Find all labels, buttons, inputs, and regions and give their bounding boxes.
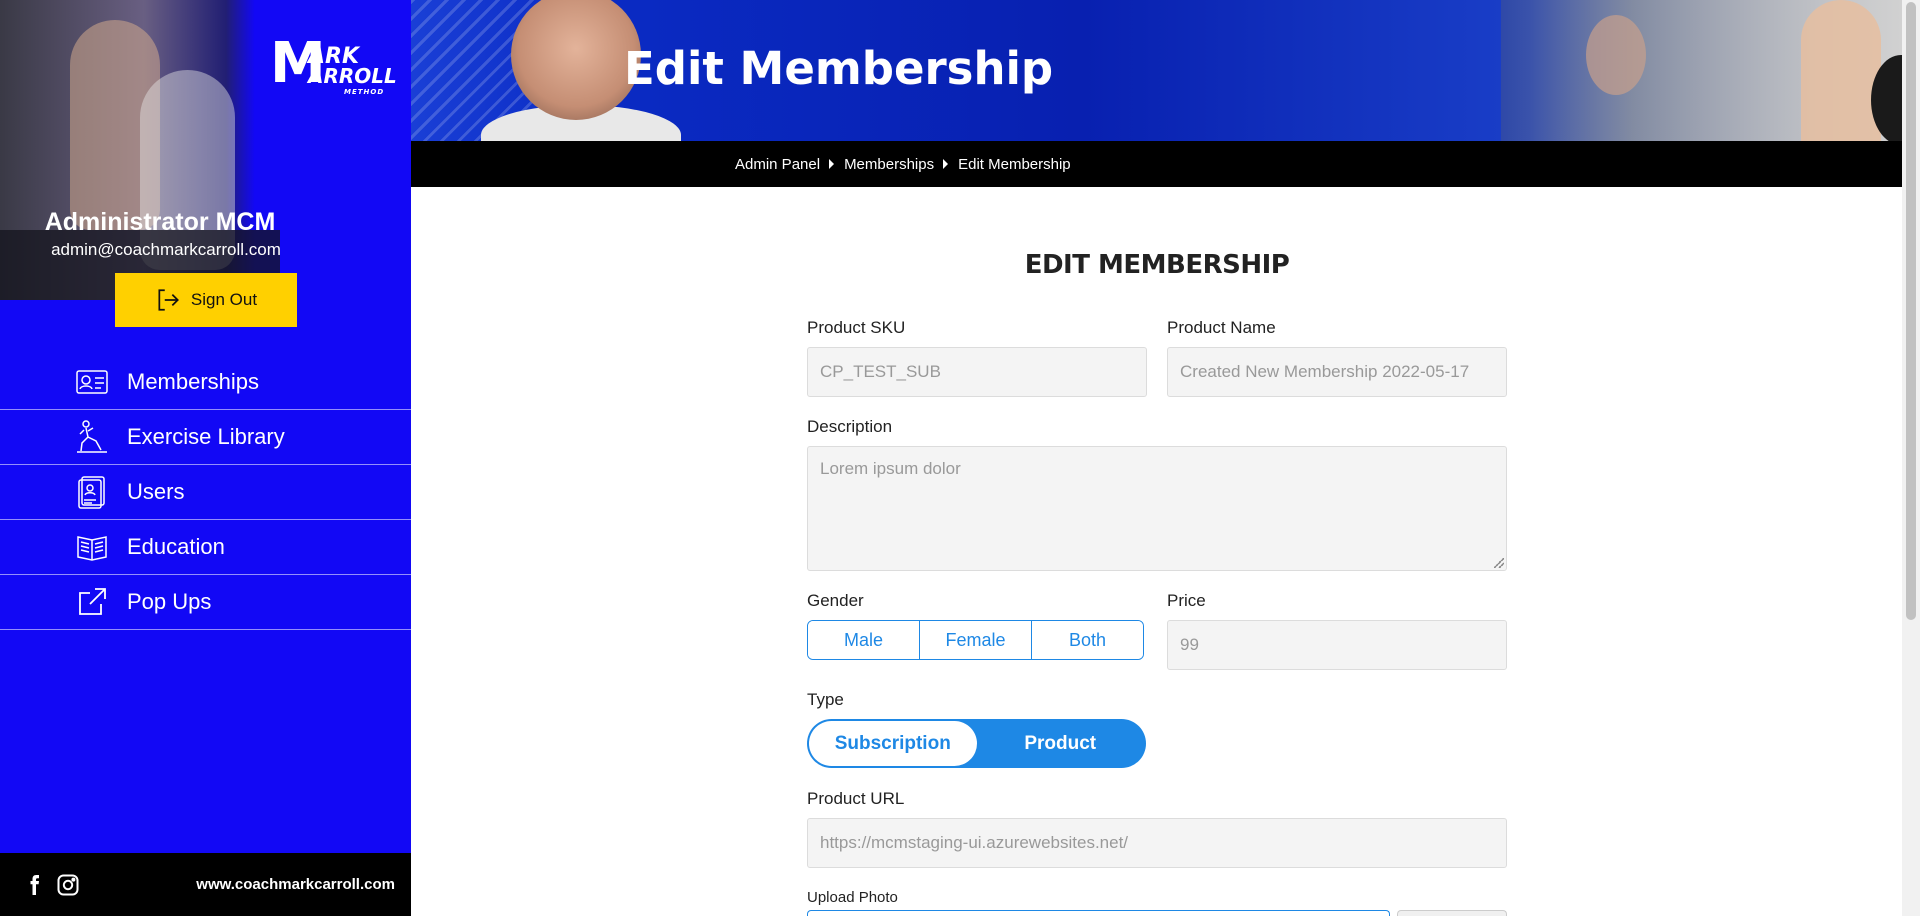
membership-card-icon (74, 364, 110, 400)
gender-option-male[interactable]: Male (808, 621, 920, 659)
breadcrumb-current: Edit Membership (958, 155, 1071, 173)
breadcrumb-admin-panel[interactable]: Admin Panel (735, 156, 820, 173)
product-name-label: Product Name (1167, 318, 1276, 337)
page-scrollbar[interactable] (1902, 0, 1920, 916)
sidebar-nav: Memberships Exercise Library Users Educa… (0, 355, 411, 630)
sidebar-footer: www.coachmarkcarroll.com (0, 853, 411, 916)
website-link[interactable]: www.coachmarkcarroll.com (196, 876, 395, 893)
sidebar-item-users[interactable]: Users (0, 465, 411, 520)
open-book-icon (74, 529, 110, 565)
sidebar-item-education[interactable]: Education (0, 520, 411, 575)
product-url-label: Product URL (807, 789, 905, 808)
price-input[interactable]: 99 (1167, 620, 1507, 670)
admin-name: Administrator MCM (44, 208, 276, 236)
sidebar-item-label: Education (127, 534, 225, 559)
sign-out-icon (158, 289, 179, 311)
banner-figure-face (511, 0, 641, 120)
facebook-icon[interactable] (22, 873, 46, 897)
user-document-icon (74, 474, 110, 510)
sidebar-item-label: Users (127, 479, 185, 504)
description-text: Lorem ipsum dolor (820, 459, 961, 478)
banner-figure-athlete (1801, 0, 1881, 141)
upload-browse-button[interactable] (1397, 910, 1507, 916)
breadcrumb-caret-icon (829, 159, 835, 169)
breadcrumb-memberships[interactable]: Memberships (844, 156, 934, 173)
sidebar-item-label: Memberships (127, 369, 260, 394)
sku-label: Product SKU (807, 318, 906, 337)
gender-label: Gender (807, 591, 864, 610)
brand-logo[interactable]: M ARK ARROLL METHOD (270, 32, 397, 102)
sidebar-item-label: Exercise Library (127, 424, 285, 449)
product-name-input[interactable]: Created New Membership 2022-05-17 (1167, 347, 1507, 397)
breadcrumb-caret-icon (943, 159, 949, 169)
sidebar-item-pop-ups[interactable]: Pop Ups (0, 575, 411, 630)
scrollbar-thumb[interactable] (1906, 2, 1916, 620)
social-links (22, 873, 80, 897)
exercise-lunge-icon (74, 419, 110, 455)
price-label: Price (1167, 591, 1206, 610)
type-option-product[interactable]: Product (977, 721, 1145, 766)
breadcrumb: Admin Panel Memberships Edit Membership (411, 141, 1902, 187)
logo-line-2: ARROLL (308, 64, 397, 88)
form-title: Edit Membership (1024, 250, 1290, 280)
sidebar-item-memberships[interactable]: Memberships (0, 355, 411, 410)
banner-figure-coach (1586, 15, 1646, 95)
admin-email: admin@coachmarkcarroll.com (51, 240, 281, 259)
resize-grip-icon[interactable] (1494, 558, 1504, 568)
gender-selector: Male Female Both (807, 620, 1144, 660)
gender-option-both[interactable]: Both (1032, 621, 1143, 659)
banner-photo-right (1501, 0, 1902, 141)
upload-photo-label: Upload Photo (807, 889, 898, 906)
upload-photo-field[interactable] (807, 910, 1390, 916)
sign-out-button[interactable]: Sign Out (115, 273, 297, 327)
gender-option-female[interactable]: Female (920, 621, 1032, 659)
logo-line-3: METHOD (344, 88, 385, 96)
product-url-input[interactable]: https://mcmstaging-ui.azurewebsites.net/ (807, 818, 1507, 868)
sku-input[interactable]: CP_TEST_SUB (807, 347, 1147, 397)
page-title: Edit Membership (624, 42, 1054, 95)
description-textarea[interactable]: Lorem ipsum dolor (807, 446, 1507, 571)
description-label: Description (807, 417, 893, 436)
type-label: Type (807, 690, 844, 709)
sign-out-label: Sign Out (190, 290, 258, 309)
type-toggle: Subscription Product (807, 719, 1146, 768)
type-option-subscription[interactable]: Subscription (809, 721, 977, 766)
sidebar-item-label: Pop Ups (127, 589, 212, 614)
sidebar-item-exercise-library[interactable]: Exercise Library (0, 410, 411, 465)
external-link-icon (74, 584, 110, 620)
sidebar: M ARK ARROLL METHOD Administrator MCM ad… (0, 0, 411, 916)
instagram-icon[interactable] (56, 873, 80, 897)
